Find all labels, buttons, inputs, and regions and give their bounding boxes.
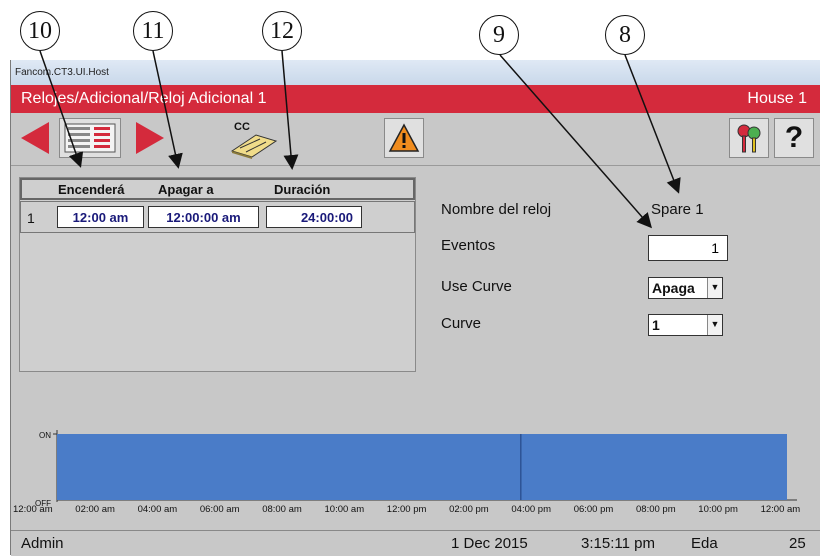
col-header-off: Apagar a <box>158 182 214 197</box>
row-number: 1 <box>27 210 35 226</box>
chart-x-tick-label: 04:00 am <box>138 504 178 515</box>
chart-y-label: ON <box>39 431 51 440</box>
chart-x-tick-label: 12:00 am <box>13 504 53 515</box>
status-user: Admin <box>21 535 64 552</box>
warning-icon <box>388 123 420 152</box>
chevron-down-icon: ▼ <box>707 278 722 298</box>
status-bar: Admin 1 Dec 2015 3:15:11 pm Eda 25 <box>11 530 820 556</box>
app-window: Fancom.CT3.UI.Host Relojes/Adicional/Rel… <box>10 60 820 556</box>
timeline-chart-svg: ONOFF12:00 am 02:00 am 04:00 am 06:00 am 08:… <box>13 430 801 515</box>
duration-field[interactable]: 24:00:00 <box>266 206 362 228</box>
use-curve-selected: Apaga <box>652 280 695 296</box>
on-time-field[interactable]: 12:00 am <box>57 206 144 228</box>
help-icon: ? <box>784 121 804 154</box>
callout-10: 10 <box>20 11 60 51</box>
clock-name-label: Nombre del reloj <box>441 201 552 218</box>
callout-8: 8 <box>605 15 645 55</box>
clock-list-icon <box>64 123 116 153</box>
timeline-chart: ON OFF 12:00 am 02:00 am 04:00 am 06:00 am 08:… <box>11 420 820 528</box>
callout-11: 11 <box>133 11 173 51</box>
curve-cc-label: CC <box>234 121 250 133</box>
alarm-button[interactable] <box>384 118 424 158</box>
chart-x-tick-label: 04:00 pm <box>511 504 551 515</box>
curve-cc-icon: CC <box>230 121 278 159</box>
chart-x-tick-label: 10:00 am <box>325 504 365 515</box>
off-time-field[interactable]: 12:00:00 am <box>148 206 259 228</box>
chart-x-tick-label: 08:00 am <box>262 504 302 515</box>
status-time: 3:15:11 pm <box>581 535 655 552</box>
table-row: 1 12:00 am 12:00:00 am 24:00:00 <box>20 201 415 233</box>
window-title: Fancom.CT3.UI.Host <box>11 60 820 85</box>
table-header: Encenderá Apagar a Duración <box>20 178 415 200</box>
status-date: 1 Dec 2015 <box>451 535 528 552</box>
chart-x-tick-label: 06:00 pm <box>574 504 614 515</box>
callout-9: 9 <box>479 15 519 55</box>
help-button[interactable]: ? <box>774 118 814 158</box>
breadcrumb: Relojes/Adicional/Reloj Adicional 1 <box>21 90 267 107</box>
status-number: 25 <box>789 535 806 552</box>
curve-selected: 1 <box>652 317 660 333</box>
forward-button[interactable] <box>131 118 171 158</box>
toolbar: CC ? <box>11 113 820 166</box>
status-lang: Eda <box>691 535 718 552</box>
curve-select[interactable]: 1 ▼ <box>648 314 723 336</box>
chart-x-tick-label: 02:00 pm <box>449 504 489 515</box>
chart-x-tick-label: 02:00 am <box>75 504 115 515</box>
events-table: Encenderá Apagar a Duración 1 12:00 am 1… <box>19 177 416 372</box>
events-input[interactable]: 1 <box>648 235 728 261</box>
clock-name-value: Spare 1 <box>651 201 704 218</box>
col-header-duration: Duración <box>274 182 331 197</box>
keys-icon <box>737 124 761 153</box>
chevron-down-icon: ▼ <box>707 315 722 335</box>
col-header-on: Encenderá <box>58 182 125 197</box>
curve-label: Curve <box>441 315 482 332</box>
back-button[interactable] <box>14 118 54 158</box>
use-curve-select[interactable]: Apaga ▼ <box>648 277 723 299</box>
use-curve-label: Use Curve <box>441 278 512 295</box>
chart-x-tick-label: 08:00 pm <box>636 504 676 515</box>
chart-x-tick-label: 10:00 pm <box>698 504 738 515</box>
chart-x-tick-label: 06:00 am <box>200 504 240 515</box>
curve-button[interactable]: CC <box>226 118 280 159</box>
events-label: Eventos <box>441 237 496 254</box>
login-button[interactable] <box>729 118 769 158</box>
header-bar: Relojes/Adicional/Reloj Adicional 1 Hous… <box>11 85 820 113</box>
house-label: House 1 <box>747 90 807 107</box>
chart-on-segment <box>57 434 787 500</box>
clock-list-button[interactable] <box>59 118 121 158</box>
chart-x-tick-label: 12:00 pm <box>387 504 427 515</box>
back-arrow-icon <box>21 122 49 154</box>
chart-x-tick-label: 12:00 am <box>761 504 801 515</box>
callout-12: 12 <box>262 11 302 51</box>
forward-arrow-icon <box>136 122 164 154</box>
